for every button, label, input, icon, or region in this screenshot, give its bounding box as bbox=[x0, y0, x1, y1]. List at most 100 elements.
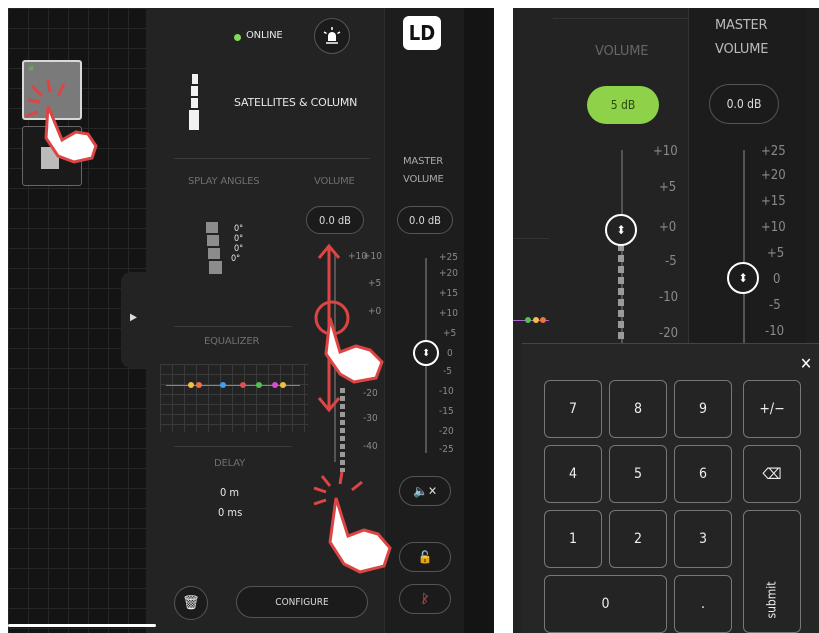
volume-tick-label: +5 bbox=[368, 278, 382, 289]
master-tick-label: +25 bbox=[439, 252, 458, 263]
master-tick-label: -5 bbox=[769, 298, 781, 313]
speaker-label: SATELLITES & COLUMN bbox=[234, 96, 358, 109]
backspace-icon: ⌫ bbox=[762, 465, 782, 483]
master-tick-label: 0 bbox=[447, 348, 453, 359]
tap-hand-icon bbox=[313, 471, 392, 574]
key-4[interactable]: 4 bbox=[544, 445, 602, 503]
speaker-column-icon bbox=[189, 74, 199, 130]
panel-collapse-tab[interactable]: ▶ bbox=[121, 272, 148, 368]
master-title-line1: MASTER bbox=[715, 18, 768, 33]
lock-button[interactable]: 🔓 bbox=[399, 542, 451, 572]
splay-angle: 0° bbox=[234, 244, 244, 254]
equalizer-graph[interactable] bbox=[160, 364, 308, 432]
key-0[interactable]: 0 bbox=[544, 575, 667, 633]
splay-angle: 0° bbox=[234, 224, 244, 234]
volume-tick-label: +5 bbox=[659, 180, 677, 195]
chevron-right-icon: ▶ bbox=[130, 312, 137, 323]
key-decimal[interactable]: . bbox=[674, 575, 732, 633]
volume-title: VOLUME bbox=[595, 44, 649, 59]
master-tick-label: +15 bbox=[761, 194, 786, 209]
master-tick-label: +20 bbox=[761, 168, 786, 183]
volume-value-button[interactable]: 0.0 dB bbox=[306, 206, 364, 234]
status-dot bbox=[234, 34, 241, 41]
mute-icon: 🔈✕ bbox=[413, 484, 437, 498]
master-slider-track[interactable] bbox=[743, 150, 745, 350]
submit-button[interactable]: submit bbox=[743, 510, 801, 633]
master-slider-knob[interactable]: ⬍ bbox=[413, 340, 439, 366]
master-value-button[interactable]: 0.0 dB bbox=[397, 206, 453, 234]
volume-value-button[interactable]: 5 dB bbox=[587, 86, 659, 124]
splay-angles-title: SPLAY ANGLES bbox=[188, 176, 260, 187]
volume-tick-label: +0 bbox=[659, 220, 677, 235]
master-tick-label: +25 bbox=[761, 144, 786, 159]
master-tick-label: -25 bbox=[439, 444, 454, 455]
splay-stack[interactable]: 0° 0° 0° 0° bbox=[206, 222, 246, 282]
equalizer-title: EQUALIZER bbox=[204, 336, 260, 347]
volume-title: VOLUME bbox=[314, 176, 355, 187]
tap-hand-icon bbox=[25, 79, 98, 164]
master-tick-label: +10 bbox=[761, 220, 786, 235]
volume-tick-label: +10 bbox=[363, 251, 382, 262]
volume-tick-label: -20 bbox=[363, 388, 378, 399]
key-7[interactable]: 7 bbox=[544, 380, 602, 438]
master-title-line2: VOLUME bbox=[403, 174, 444, 185]
key-9[interactable]: 9 bbox=[674, 380, 732, 438]
ld-logo: LD bbox=[403, 16, 441, 50]
bluetooth-button[interactable]: ᛒ̸ bbox=[399, 584, 451, 614]
key-8[interactable]: 8 bbox=[609, 380, 667, 438]
splay-angle: 0° bbox=[231, 254, 241, 264]
master-tick-label: +10 bbox=[439, 308, 458, 319]
delete-button[interactable]: 🗑 bbox=[174, 586, 208, 620]
bluetooth-off-icon: ᛒ̸ bbox=[421, 591, 429, 607]
splay-angle: 0° bbox=[234, 234, 244, 244]
master-tick-label: -20 bbox=[439, 426, 454, 437]
trash-icon: 🗑 bbox=[182, 595, 200, 611]
right-edge bbox=[464, 8, 494, 633]
master-tick-label: 0 bbox=[773, 272, 781, 287]
home-indicator bbox=[8, 624, 156, 627]
close-icon[interactable]: ✕ bbox=[800, 354, 812, 373]
volume-slider-meter bbox=[618, 244, 624, 344]
wifi-icon: ≋ bbox=[28, 64, 35, 73]
volume-tick-label: -5 bbox=[665, 254, 677, 269]
key-3[interactable]: 3 bbox=[674, 510, 732, 568]
master-tick-label: +15 bbox=[439, 288, 458, 299]
volume-slider-knob[interactable]: ⬍ bbox=[605, 214, 637, 246]
master-title-line2: VOLUME bbox=[715, 42, 769, 57]
signal-light-button[interactable] bbox=[314, 18, 350, 54]
master-value-button[interactable]: 0.0 dB bbox=[709, 84, 779, 124]
master-slider-knob[interactable]: ⬍ bbox=[727, 262, 759, 294]
lock-icon: 🔓 bbox=[417, 550, 433, 564]
key-1[interactable]: 1 bbox=[544, 510, 602, 568]
key-6[interactable]: 6 bbox=[674, 445, 732, 503]
volume-tick-label: -40 bbox=[363, 441, 378, 452]
key-5[interactable]: 5 bbox=[609, 445, 667, 503]
key-2[interactable]: 2 bbox=[609, 510, 667, 568]
numeric-keypad: ✕ 7 8 9 +/− 4 5 6 ⌫ 1 2 3 submit 0 . bbox=[522, 343, 819, 633]
key-plus-minus[interactable]: +/− bbox=[743, 380, 801, 438]
volume-tick-label: +10 bbox=[653, 144, 678, 159]
right-app-screen: VOLUME 5 dB ⬍ +10 +5 +0 -5 -10 -20 MASTE… bbox=[513, 8, 819, 633]
volume-tick-label: -20 bbox=[659, 326, 679, 341]
master-tick-label: -10 bbox=[439, 386, 454, 397]
volume-tick-label: -10 bbox=[659, 290, 679, 305]
master-tick-label: +5 bbox=[767, 246, 785, 261]
volume-tick-label: -30 bbox=[363, 413, 378, 424]
master-tick-label: -10 bbox=[765, 324, 785, 339]
status-label: ONLINE bbox=[246, 30, 283, 41]
signal-light-icon bbox=[323, 27, 341, 44]
delay-ms[interactable]: 0 ms bbox=[218, 506, 242, 519]
tap-hand-icon bbox=[314, 300, 384, 384]
delay-meters[interactable]: 0 m bbox=[220, 486, 239, 499]
master-tick-label: +5 bbox=[443, 328, 457, 339]
master-title-line1: MASTER bbox=[403, 156, 443, 167]
configure-button[interactable]: CONFIGURE bbox=[236, 586, 368, 618]
equalizer-graph-partial bbox=[513, 306, 549, 336]
master-tick-label: +20 bbox=[439, 268, 458, 279]
master-tick-label: -5 bbox=[443, 366, 452, 377]
mute-button[interactable]: 🔈✕ bbox=[399, 476, 451, 506]
submit-label: submit bbox=[764, 580, 779, 619]
master-column: LD MASTER VOLUME 0.0 dB ⬍ +25 +20 +15 +1… bbox=[384, 8, 464, 633]
delay-title: DELAY bbox=[214, 458, 245, 469]
backspace-button[interactable]: ⌫ bbox=[743, 445, 801, 503]
